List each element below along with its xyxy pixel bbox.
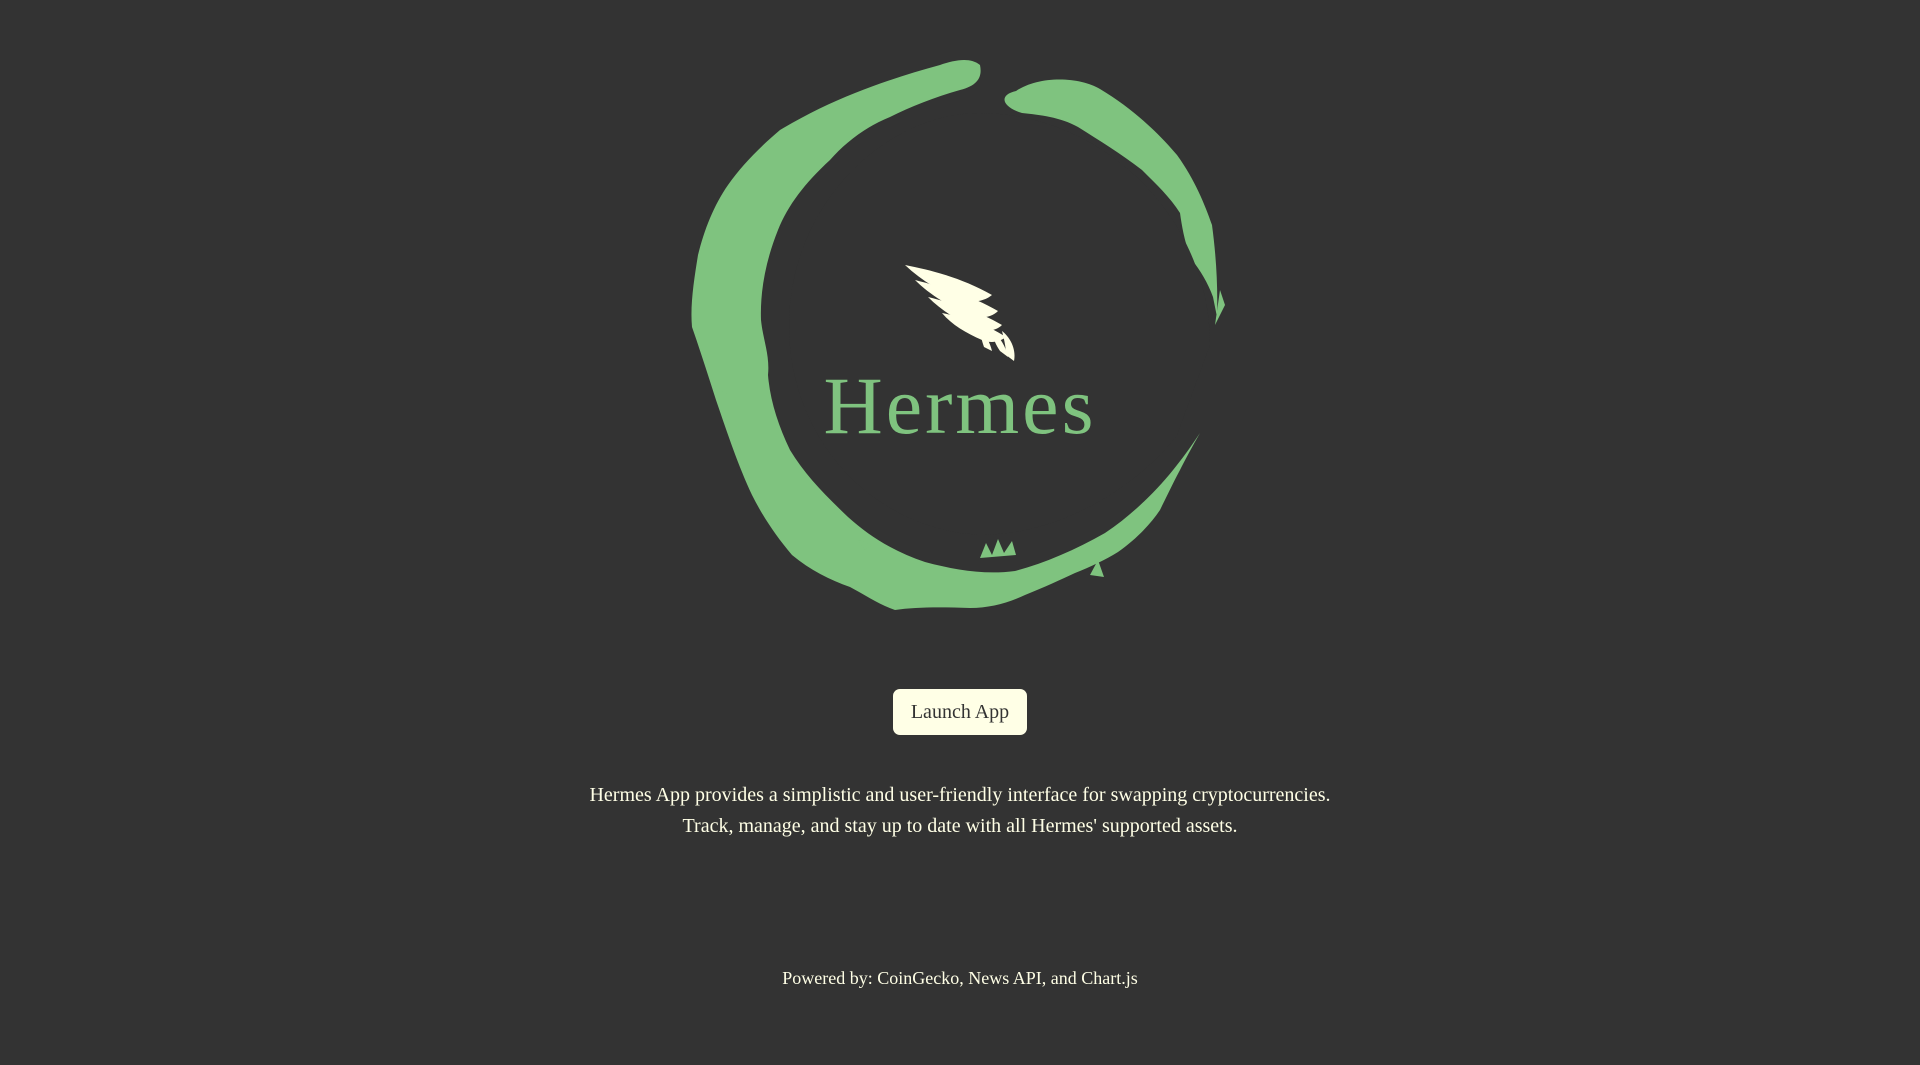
powered-by-footer: Powered by: CoinGecko, News API, and Cha… — [782, 968, 1138, 988]
logo-wordmark: Hermes — [823, 360, 1096, 451]
launch-app-button[interactable]: Launch App — [893, 689, 1027, 735]
landing-page: Hermes Launch App Hermes App provides a … — [0, 0, 1920, 1065]
app-description: Hermes App provides a simplistic and use… — [0, 780, 1920, 842]
hermes-logo: Hermes — [680, 55, 1240, 635]
description-line-1: Hermes App provides a simplistic and use… — [589, 784, 1331, 806]
brush-ring-icon — [691, 60, 1225, 611]
description-line-2: Track, manage, and stay up to date with … — [682, 815, 1238, 837]
ring-fleck — [980, 539, 1016, 558]
